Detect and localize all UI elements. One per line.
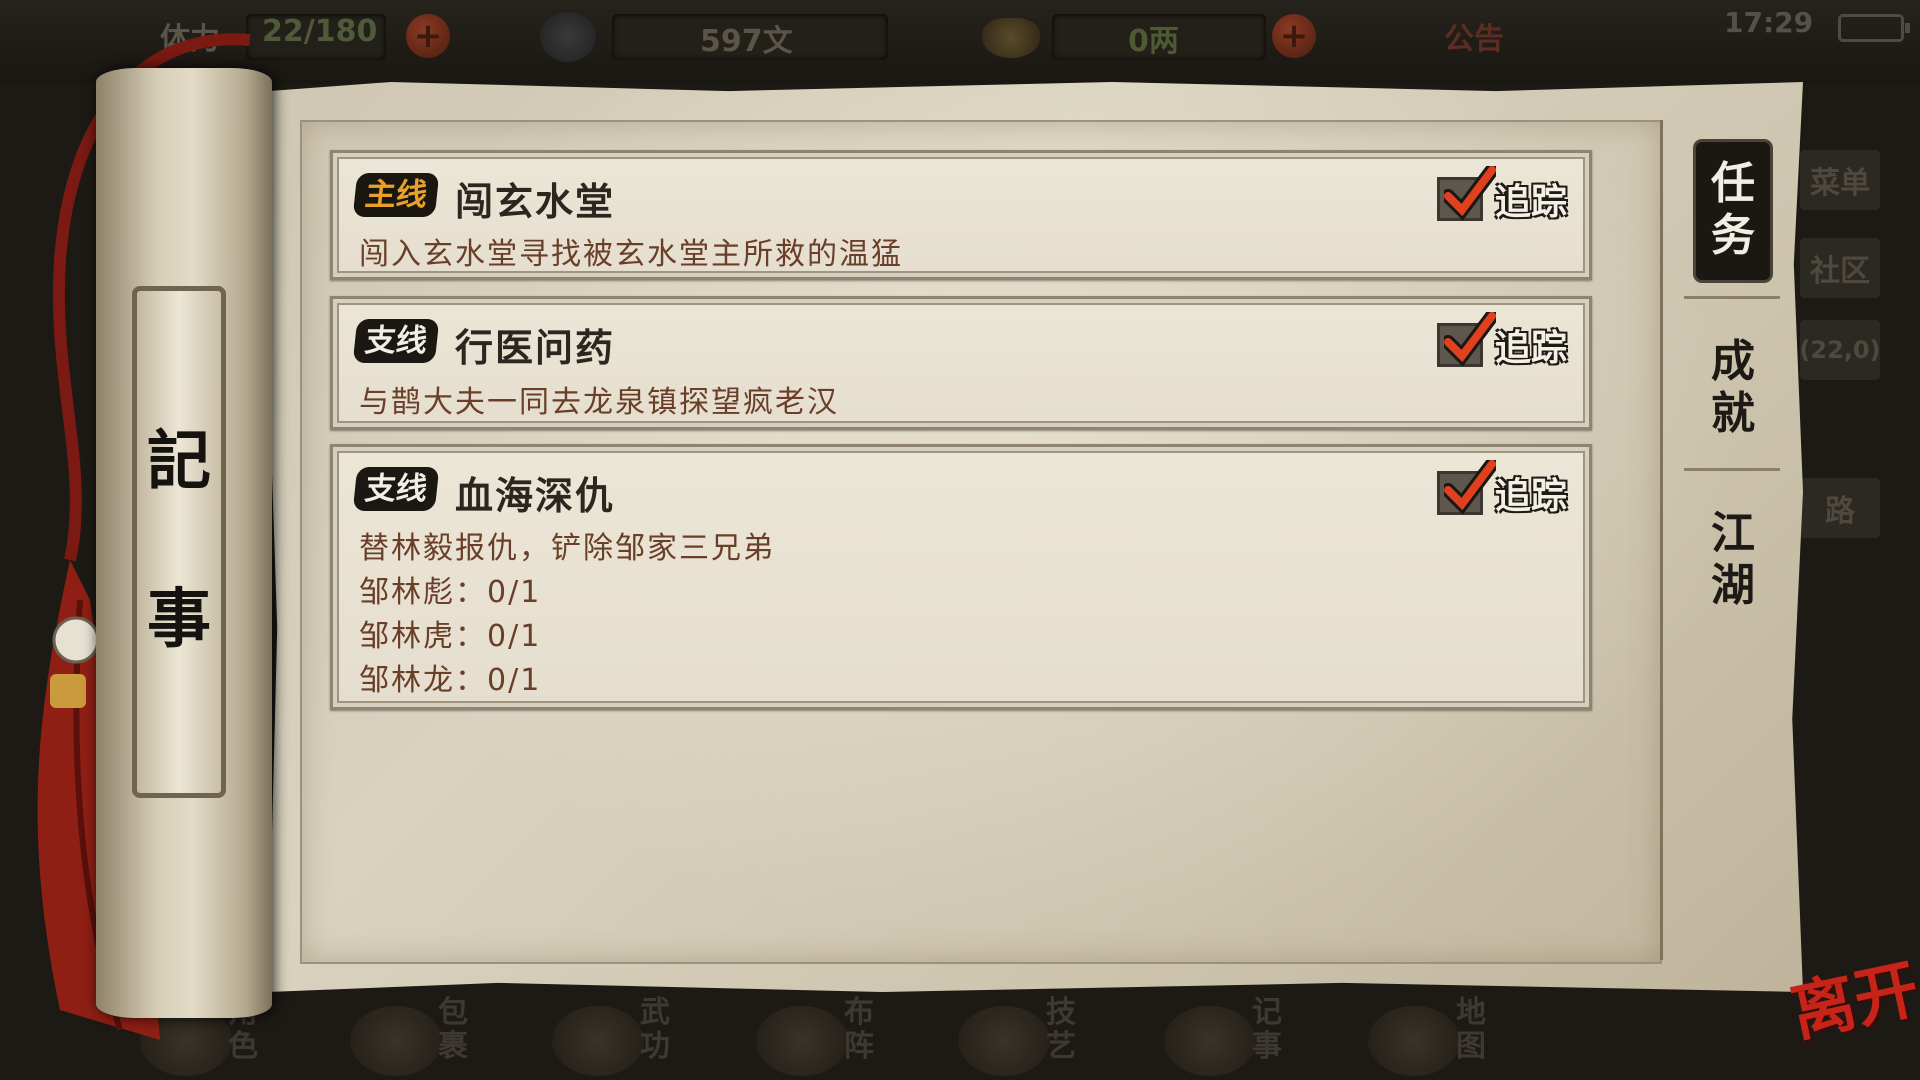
tab-separator bbox=[1684, 468, 1780, 471]
quest-title: 血海深仇 bbox=[455, 474, 616, 518]
menu-button[interactable]: 菜单 bbox=[1800, 150, 1880, 210]
nav-label: 技艺 bbox=[1046, 995, 1076, 1064]
track-checkbox[interactable] bbox=[1436, 460, 1496, 515]
coordinate-readout: (22,0) bbox=[1799, 320, 1881, 380]
quest-type-badge: 支线 bbox=[352, 319, 440, 363]
check-mark-icon bbox=[1443, 460, 1496, 515]
tab-jianghu[interactable]: 江 湖 bbox=[1696, 508, 1770, 612]
quest-objective: 邹林龙：0/1 bbox=[359, 663, 542, 698]
community-button[interactable]: 社区 bbox=[1800, 238, 1880, 298]
bottom-nav: 角色 包裹 武功 布阵 技艺 记事 地图 bbox=[140, 992, 1840, 1080]
add-silver-button[interactable]: + bbox=[1272, 14, 1316, 58]
check-mark-icon bbox=[1443, 312, 1496, 367]
track-checkbox[interactable] bbox=[1436, 312, 1496, 367]
martial-arts-icon bbox=[552, 1006, 644, 1076]
nav-label: 地图 bbox=[1456, 995, 1486, 1064]
nav-label: 武功 bbox=[640, 995, 670, 1064]
quest-type-badge: 支线 bbox=[352, 467, 440, 511]
battery-icon bbox=[1838, 14, 1910, 42]
panel-title-plate bbox=[132, 286, 226, 798]
tab-separator bbox=[1684, 296, 1780, 299]
quest-description: 闯入玄水堂寻找被玄水堂主所救的温猛 bbox=[359, 237, 903, 272]
silver-value: 0两 bbox=[1128, 24, 1179, 59]
silver-ingot-icon bbox=[982, 18, 1040, 58]
quest-description: 替林毅报仇，铲除邹家三兄弟 bbox=[359, 531, 775, 566]
tab-achievements[interactable]: 成 就 bbox=[1696, 336, 1770, 440]
nav-label: 记事 bbox=[1252, 995, 1282, 1064]
panel-title-char-1: 記 bbox=[147, 424, 211, 499]
clock: 17:29 bbox=[1724, 6, 1814, 39]
quest-title: 行医问药 bbox=[455, 326, 616, 370]
notice-button[interactable]: 公告 bbox=[1444, 14, 1504, 58]
tab-label-char: 成 bbox=[1711, 336, 1755, 387]
quest-type-badge: 主线 bbox=[352, 173, 440, 217]
tab-quests[interactable]: 任 务 bbox=[1696, 142, 1770, 280]
track-label: 追踪 bbox=[1494, 182, 1567, 223]
bag-icon bbox=[350, 1006, 442, 1076]
nav-label: 布阵 bbox=[844, 995, 874, 1064]
track-checkbox[interactable] bbox=[1436, 166, 1496, 221]
track-label: 追踪 bbox=[1494, 328, 1567, 369]
track-label: 追踪 bbox=[1494, 476, 1567, 517]
copper-coin-icon bbox=[540, 12, 596, 62]
tab-label-char: 就 bbox=[1711, 388, 1755, 439]
add-stamina-button[interactable]: + bbox=[406, 14, 450, 58]
quest-card[interactable]: 支线 行医问药 与鹊大夫一同去龙泉镇探望疯老汉 追踪 bbox=[330, 296, 1592, 430]
quest-description: 与鹊大夫一同去龙泉镇探望疯老汉 bbox=[359, 385, 839, 420]
tab-divider bbox=[1660, 120, 1663, 960]
panel-title-char-2: 事 bbox=[147, 582, 211, 657]
quest-objective: 邹林虎：0/1 bbox=[359, 619, 542, 654]
quest-title: 闯玄水堂 bbox=[455, 180, 616, 224]
copper-value: 597文 bbox=[700, 24, 793, 59]
check-mark-icon bbox=[1443, 166, 1496, 221]
journal-icon bbox=[1164, 1006, 1256, 1076]
leave-button[interactable]: 离开 bbox=[1782, 938, 1920, 1055]
tab-label-char: 江 bbox=[1711, 508, 1755, 559]
map-icon bbox=[1368, 1006, 1460, 1076]
track-toggle[interactable]: 追踪 bbox=[1436, 166, 1567, 227]
track-toggle[interactable]: 追踪 bbox=[1436, 312, 1567, 373]
skills-icon bbox=[958, 1006, 1050, 1076]
quest-card[interactable]: 主线 闯玄水堂 闯入玄水堂寻找被玄水堂主所救的温猛 追踪 bbox=[330, 150, 1592, 280]
tab-label-char: 任 bbox=[1711, 158, 1755, 209]
quest-objective: 邹林彪：0/1 bbox=[359, 575, 542, 610]
quest-card[interactable]: 支线 血海深仇 替林毅报仇，铲除邹家三兄弟 邹林彪：0/1 邹林虎：0/1 邹林… bbox=[330, 444, 1592, 710]
tab-label-char: 务 bbox=[1711, 210, 1755, 261]
nav-label: 包裹 bbox=[438, 995, 468, 1064]
track-toggle[interactable]: 追踪 bbox=[1436, 460, 1567, 521]
tab-label-char: 湖 bbox=[1711, 560, 1755, 611]
formation-icon bbox=[756, 1006, 848, 1076]
path-button[interactable]: 路 bbox=[1800, 478, 1880, 538]
